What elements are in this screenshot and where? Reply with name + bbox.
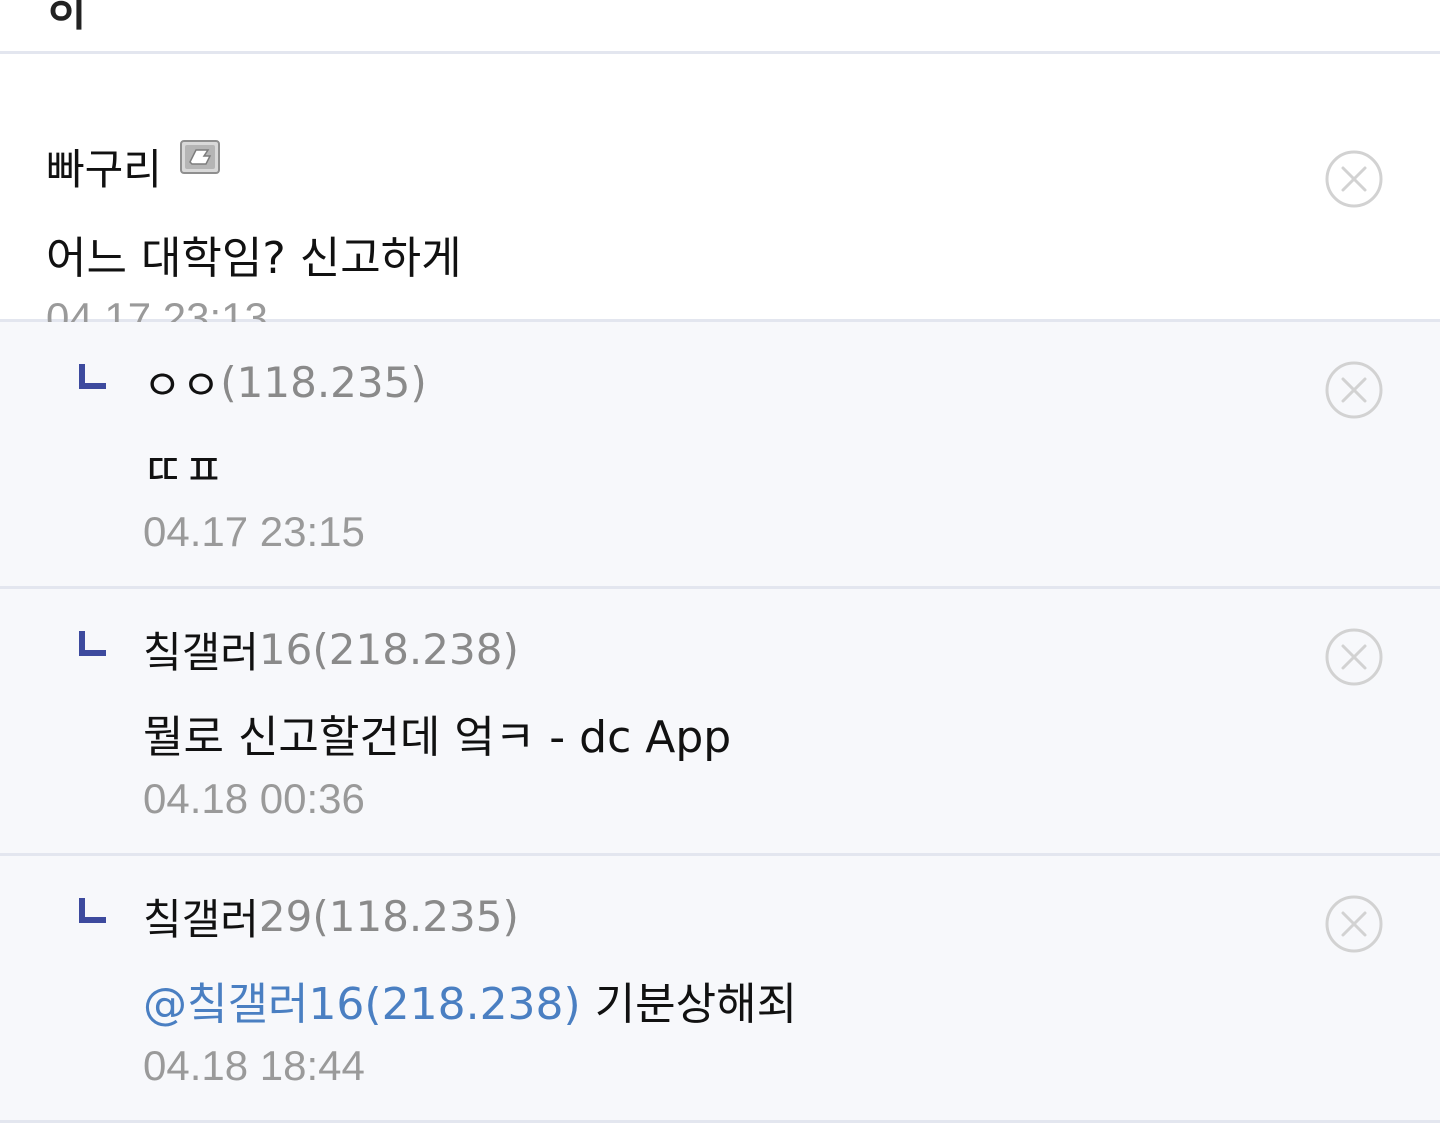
reply-item: 칰갤러 16 (218.238) 뭘로 신고할건데 엌ㅋ - dc App 04… (0, 589, 1440, 856)
reply-content-text: 기분상해죄 (580, 979, 798, 1030)
cut-off-text: 히 (46, 0, 87, 36)
comment-item: 빠구리 어느 대학임? 신고하게 04.17 23:13 (0, 54, 1440, 341)
reply-author-line: 칰갤러 16 (218.238) (143, 619, 519, 679)
comment-content: 어느 대학임? 신고하게 (46, 233, 462, 284)
reply-author-ip: (118.235) (312, 891, 519, 941)
reply-timestamp: 04.18 18:44 (143, 1042, 365, 1089)
reply-content: 뭘로 신고할건데 엌ㅋ - dc App (143, 712, 732, 763)
reply-author-ip: (218.238) (312, 624, 519, 674)
delete-reply-button[interactable] (1324, 360, 1384, 420)
reply-arrow-icon (79, 364, 106, 389)
reply-arrow-icon (79, 631, 106, 656)
delete-reply-button[interactable] (1324, 894, 1384, 954)
reply-author-line: ㅇㅇ (118.235) (143, 352, 427, 412)
reply-timestamp: 04.18 00:36 (143, 775, 365, 822)
reply-author-name[interactable]: 칰갤러 (143, 886, 259, 947)
close-circle-icon (1325, 895, 1383, 953)
close-circle-icon (1325, 361, 1383, 419)
reply-content: @칰갤러16(218.238) 기분상해죄 (143, 968, 797, 1032)
reply-item: 칰갤러 29 (118.235) @칰갤러16(218.238) 기분상해죄 0… (0, 856, 1440, 1123)
reply-author-suffix: 29 (258, 891, 313, 941)
reply-author-name[interactable]: 칰갤러 (143, 619, 259, 680)
close-circle-icon (1325, 628, 1383, 686)
reply-arrow-icon (79, 898, 106, 923)
delete-comment-button[interactable] (1324, 149, 1384, 209)
reply-timestamp: 04.17 23:15 (143, 508, 365, 555)
close-circle-icon (1325, 150, 1383, 208)
comment-list-page: 히 빠구리 어느 대학임? 신고하게 04.17 23:13 ㅇㅇ (118.2… (0, 0, 1440, 1126)
comment-author-name[interactable]: 빠구리 (46, 136, 162, 197)
gallog-icon[interactable] (179, 140, 220, 174)
reply-item: ㅇㅇ (118.235) ㄸㅍ 04.17 23:15 (0, 322, 1440, 589)
reply-author-name[interactable]: ㅇㅇ (143, 352, 220, 413)
reply-author-line: 칰갤러 29 (118.235) (143, 886, 519, 946)
reply-author-suffix: 16 (258, 624, 313, 674)
delete-reply-button[interactable] (1324, 627, 1384, 687)
reply-author-ip: (118.235) (220, 357, 427, 407)
mention-link[interactable]: @칰갤러16(218.238) (143, 979, 581, 1030)
reply-content: ㄸㅍ (143, 445, 224, 496)
comment-author-line: 빠구리 (46, 138, 220, 194)
previous-comment-fragment: 히 (0, 0, 1440, 54)
